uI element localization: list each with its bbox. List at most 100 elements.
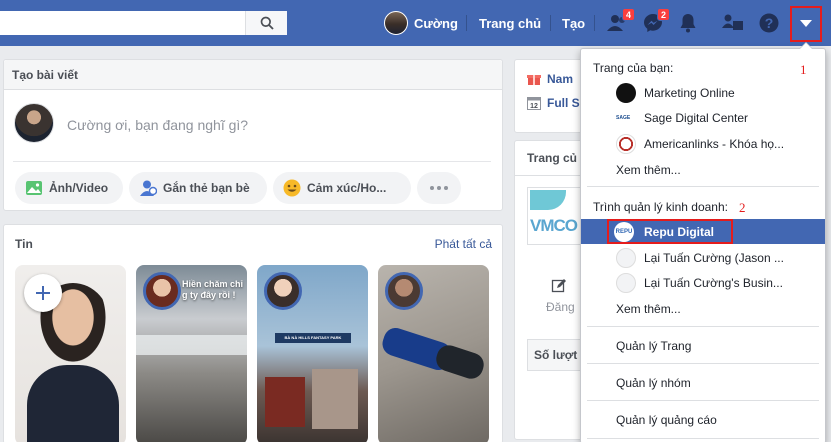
shortcut-item[interactable]: Nam (527, 72, 573, 86)
business-logo (616, 273, 636, 293)
friend-requests-button[interactable]: 4 (605, 8, 635, 35)
photo-video-label: Ảnh/Video (49, 181, 109, 195)
tag-friends-button[interactable]: Gắn thẻ bạn bè (129, 172, 267, 204)
page-item-americanlinks[interactable]: Americanlinks - Khóa họ... (581, 131, 825, 156)
create-link[interactable]: Tạo (562, 16, 585, 31)
user-shirt (27, 365, 119, 442)
feeling-activity-label: Cảm xúc/Ho... (307, 181, 387, 195)
page-avatar (616, 134, 636, 154)
business-logo (616, 248, 636, 268)
top-navigation-bar: Cường Trang chủ Tạo 4 2 ? (0, 0, 831, 46)
post-label: Đăng (546, 300, 575, 314)
shortcut-item[interactable]: 12 Full S (527, 96, 580, 110)
photo-icon (25, 179, 43, 197)
tag-friends-icon (139, 179, 157, 197)
story-decoration (312, 369, 358, 429)
shortcut-label: Full S (547, 96, 580, 110)
account-dropdown-menu: Trang của bạn: 1 Marketing Online SAGE S… (580, 42, 826, 442)
feeling-activity-button[interactable]: Cảm xúc/Ho... (273, 172, 411, 204)
notifications-button[interactable] (675, 11, 701, 35)
business-item-lai-tuan-cuong-jason[interactable]: Lại Tuấn Cường (Jason ... (581, 245, 825, 270)
page-avatar: SAGE (616, 108, 636, 128)
quick-help-button[interactable] (720, 11, 746, 35)
annotation-number: 1 (800, 62, 807, 77)
friend-requests-badge: 4 (622, 8, 635, 21)
page-item-sage-digital[interactable]: SAGE Sage Digital Center (581, 105, 825, 130)
account-menu-button[interactable] (790, 6, 822, 42)
search-box (0, 11, 287, 35)
messages-button[interactable]: 2 (640, 8, 670, 35)
story-avatar (264, 272, 302, 310)
logo-shape (530, 190, 566, 210)
avatar (384, 11, 408, 35)
story-decoration (265, 377, 305, 427)
smiley-icon (283, 179, 301, 197)
svg-text:?: ? (765, 15, 774, 31)
story-avatar (143, 272, 181, 310)
nav-divider (550, 15, 551, 31)
avatar (14, 103, 54, 143)
more-options-button[interactable] (417, 172, 461, 204)
business-manager-heading: Trình quản lý kinh doanh: (593, 200, 728, 214)
manage-groups-link[interactable]: Quản lý nhóm (616, 376, 691, 390)
plus-icon (36, 286, 50, 300)
story-card[interactable]: BÀ NÀ HILLS FANTASY PARK (257, 265, 368, 442)
manage-ads-link[interactable]: Quản lý quảng cáo (616, 413, 717, 427)
create-post-title: Tạo bài viết (4, 60, 502, 90)
your-pages-title: Trang củ (527, 151, 578, 165)
composer-divider (13, 161, 491, 162)
menu-divider (587, 400, 819, 401)
pencil-icon (551, 279, 566, 293)
stories-card: Tin Phát tất cả Hiền chăm chỉ g ty đây rồ… (3, 224, 503, 442)
your-pages-heading: Trang của bạn: (593, 61, 674, 75)
profile-link[interactable]: Cường (384, 11, 458, 35)
help-button[interactable]: ? (756, 11, 782, 35)
stats-label: Số lượt (534, 348, 578, 362)
nav-divider (466, 15, 467, 31)
page-avatar (616, 83, 636, 103)
gift-icon (527, 75, 541, 85)
search-icon (260, 16, 274, 30)
story-card[interactable]: Hiền chăm chỉ g ty đây rồi ! (136, 265, 247, 442)
profile-name: Cường (414, 15, 458, 31)
people-card-icon (722, 14, 743, 30)
add-story-button[interactable] (24, 274, 62, 312)
annotation-number: 2 (739, 200, 746, 215)
home-link[interactable]: Trang chủ (479, 16, 541, 31)
search-button[interactable] (245, 11, 287, 35)
messages-badge: 2 (657, 8, 670, 21)
manage-pages-link[interactable]: Quản lý Trang (616, 339, 691, 353)
nav-divider (594, 15, 595, 31)
page-item-marketing-online[interactable]: Marketing Online (581, 80, 825, 105)
highlight-box (607, 219, 733, 244)
tag-friends-label: Gắn thẻ bạn bè (163, 181, 250, 195)
see-more-pages-link[interactable]: Xem thêm... (616, 163, 681, 177)
calendar-icon: 12 (527, 97, 541, 110)
story-caption: Hiền chăm chỉ g ty đây rồi ! (182, 279, 244, 300)
search-input[interactable] (0, 11, 245, 35)
add-story-card[interactable] (15, 265, 126, 442)
menu-divider (587, 438, 819, 439)
business-item-lai-tuan-cuong-business[interactable]: Lại Tuấn Cường's Busin... (581, 270, 825, 295)
create-post-shortcut[interactable] (551, 278, 567, 297)
story-decoration (136, 335, 247, 355)
shortcut-label: Nam (547, 72, 574, 86)
story-avatar (385, 272, 423, 310)
svg-text:12: 12 (530, 103, 538, 110)
vmc-logo-text: VMCO (530, 216, 578, 235)
menu-caret (799, 42, 813, 49)
menu-divider (587, 186, 819, 187)
park-sign: BÀ NÀ HILLS FANTASY PARK (275, 333, 351, 343)
business-item-repu-digital[interactable]: REPU Repu Digital (581, 219, 825, 244)
story-card[interactable] (378, 265, 489, 442)
play-all-stories-link[interactable]: Phát tất cả (435, 237, 492, 251)
question-icon: ? (759, 13, 779, 33)
more-icon (430, 186, 448, 190)
post-composer-input[interactable]: Cường ơi, bạn đang nghĩ gì? (67, 117, 248, 133)
stories-title: Tin (15, 237, 33, 251)
menu-divider (587, 363, 819, 364)
bell-icon (680, 14, 696, 33)
see-more-business-link[interactable]: Xem thêm... (616, 302, 681, 316)
photo-video-button[interactable]: Ảnh/Video (15, 172, 123, 204)
menu-divider (587, 326, 819, 327)
